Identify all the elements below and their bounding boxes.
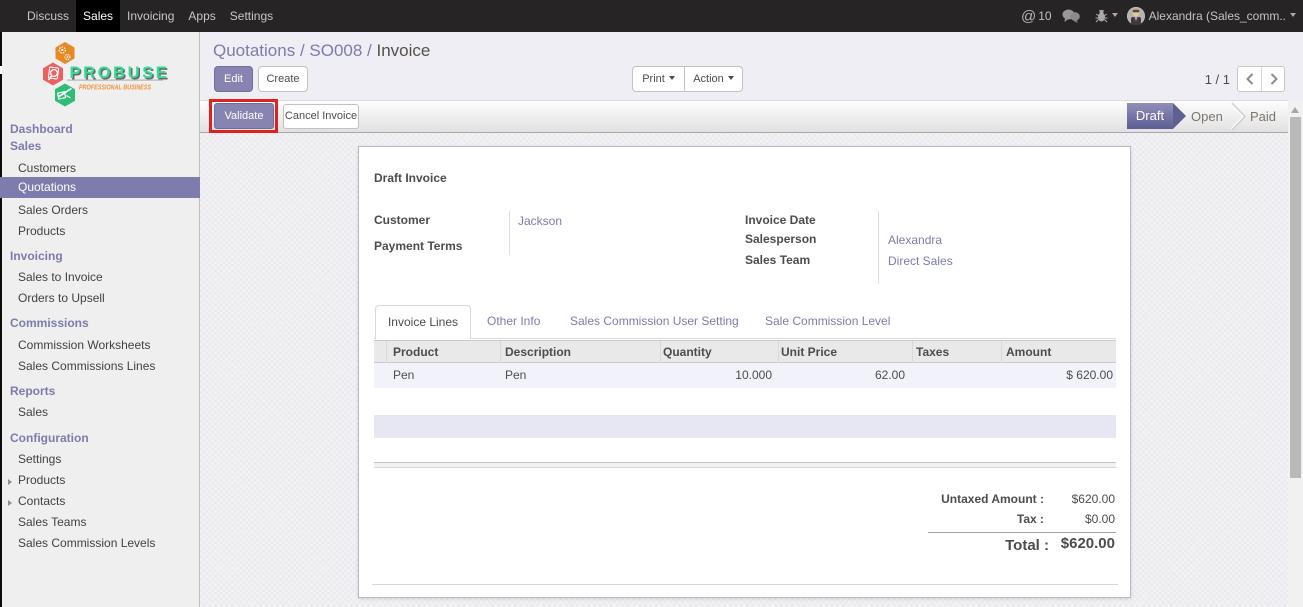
svg-text:PROFESSIONAL BUSINESS: PROFESSIONAL BUSINESS [79, 83, 151, 92]
svg-text:PROBUSE: PROBUSE [70, 64, 170, 82]
